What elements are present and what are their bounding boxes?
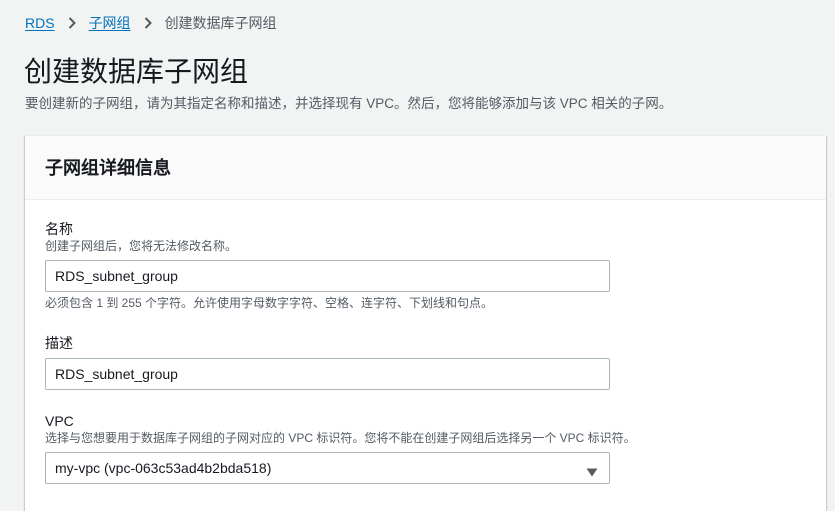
breadcrumb-rds-link[interactable]: RDS — [25, 15, 55, 31]
chevron-right-icon — [55, 14, 89, 32]
vpc-select[interactable]: my-vpc (vpc-063c53ad4b2bda518) — [45, 452, 610, 484]
name-label: 名称 — [45, 221, 73, 237]
vpc-description: 选择与您想要用于数据库子网组的子网对应的 VPC 标识符。您将不能在创建子网组后… — [45, 431, 636, 445]
name-description: 创建子网组后，您将无法修改名称。 — [45, 239, 238, 253]
vpc-label: VPC — [45, 413, 74, 429]
breadcrumb-subnet-groups-link[interactable]: 子网组 — [89, 13, 131, 33]
chevron-right-icon — [131, 14, 165, 32]
page-title: 创建数据库子网组 — [24, 56, 249, 87]
panel-title: 子网组详细信息 — [45, 158, 171, 178]
vpc-select-value: my-vpc (vpc-063c53ad4b2bda518) — [55, 460, 272, 476]
caret-down-icon — [586, 464, 598, 477]
name-constraint-text: 必须包含 1 到 255 个字符。允许使用字母数字字符、空格、连字符、下划线和句… — [45, 296, 494, 310]
page-description: 要创建新的子网组，请为其指定名称和描述，并选择现有 VPC。然后，您将能够添加与… — [25, 96, 673, 111]
name-input[interactable] — [45, 260, 610, 292]
breadcrumb-current: 创建数据库子网组 — [164, 15, 277, 31]
panel-header: 子网组详细信息 — [25, 136, 826, 200]
subnet-group-details-panel: 子网组详细信息 名称 创建子网组后，您将无法修改名称。 必须包含 1 到 255… — [25, 135, 826, 511]
breadcrumb: RDS 子网组 创建数据库子网组 — [25, 14, 277, 32]
description-input[interactable] — [45, 358, 610, 390]
description-label: 描述 — [45, 335, 73, 351]
